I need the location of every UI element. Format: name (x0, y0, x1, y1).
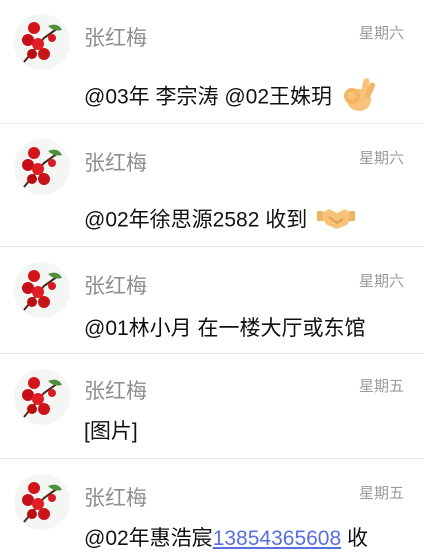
message-text-content: @02年徐思源2582 收到 (84, 208, 308, 232)
avatar[interactable] (14, 14, 70, 70)
message-item[interactable]: 张红梅 星期六 @02年徐思源2582 收到 (0, 123, 424, 247)
avatar[interactable] (14, 369, 70, 425)
sender-name: 张红梅 (84, 380, 147, 403)
message-text: @03年 李宗涛 @02王姝玥 (84, 76, 376, 120)
message-text-content: @03年 李宗涛 @02王姝玥 (84, 85, 333, 109)
sender-name: 张红梅 (84, 487, 147, 510)
ok-hand-icon (342, 76, 376, 120)
plum-blossom-icon (22, 377, 62, 418)
handshake-icon (317, 203, 356, 239)
sender-name: 张红梅 (84, 27, 147, 50)
message-date: 星期五 (358, 378, 404, 395)
message-item[interactable]: 张红梅 星期五 @02年惠浩宸13854365608 收 (0, 458, 424, 550)
message-item[interactable]: 张红梅 星期五 [图片] (0, 353, 424, 459)
message-text-suffix: 收 (341, 527, 369, 550)
plum-blossom-icon (22, 270, 62, 311)
plum-blossom-icon (22, 482, 62, 523)
sender-name: 张红梅 (84, 275, 147, 298)
avatar[interactable] (14, 474, 70, 530)
message-date: 星期六 (358, 273, 404, 290)
message-date: 星期六 (358, 150, 404, 167)
message-text: @01林小月 在一楼大厅或东馆 (84, 317, 366, 340)
message-date: 星期五 (358, 485, 404, 502)
message-item[interactable]: 张红梅 星期六 @01林小月 在一楼大厅或东馆 (0, 246, 424, 354)
message-date: 星期六 (358, 25, 404, 42)
plum-blossom-icon (22, 22, 62, 63)
avatar[interactable] (14, 262, 70, 318)
sender-name: 张红梅 (84, 152, 147, 175)
message-text-prefix: @02年惠浩宸 (84, 527, 213, 550)
message-item[interactable]: 张红梅 星期六 @03年 李宗涛 @02王姝玥 (0, 0, 424, 124)
avatar[interactable] (14, 139, 70, 195)
message-text: @02年徐思源2582 收到 (84, 203, 356, 239)
plum-blossom-icon (22, 147, 62, 188)
message-text: [图片] (84, 420, 138, 443)
phone-number-link[interactable]: 13854365608 (213, 527, 341, 550)
